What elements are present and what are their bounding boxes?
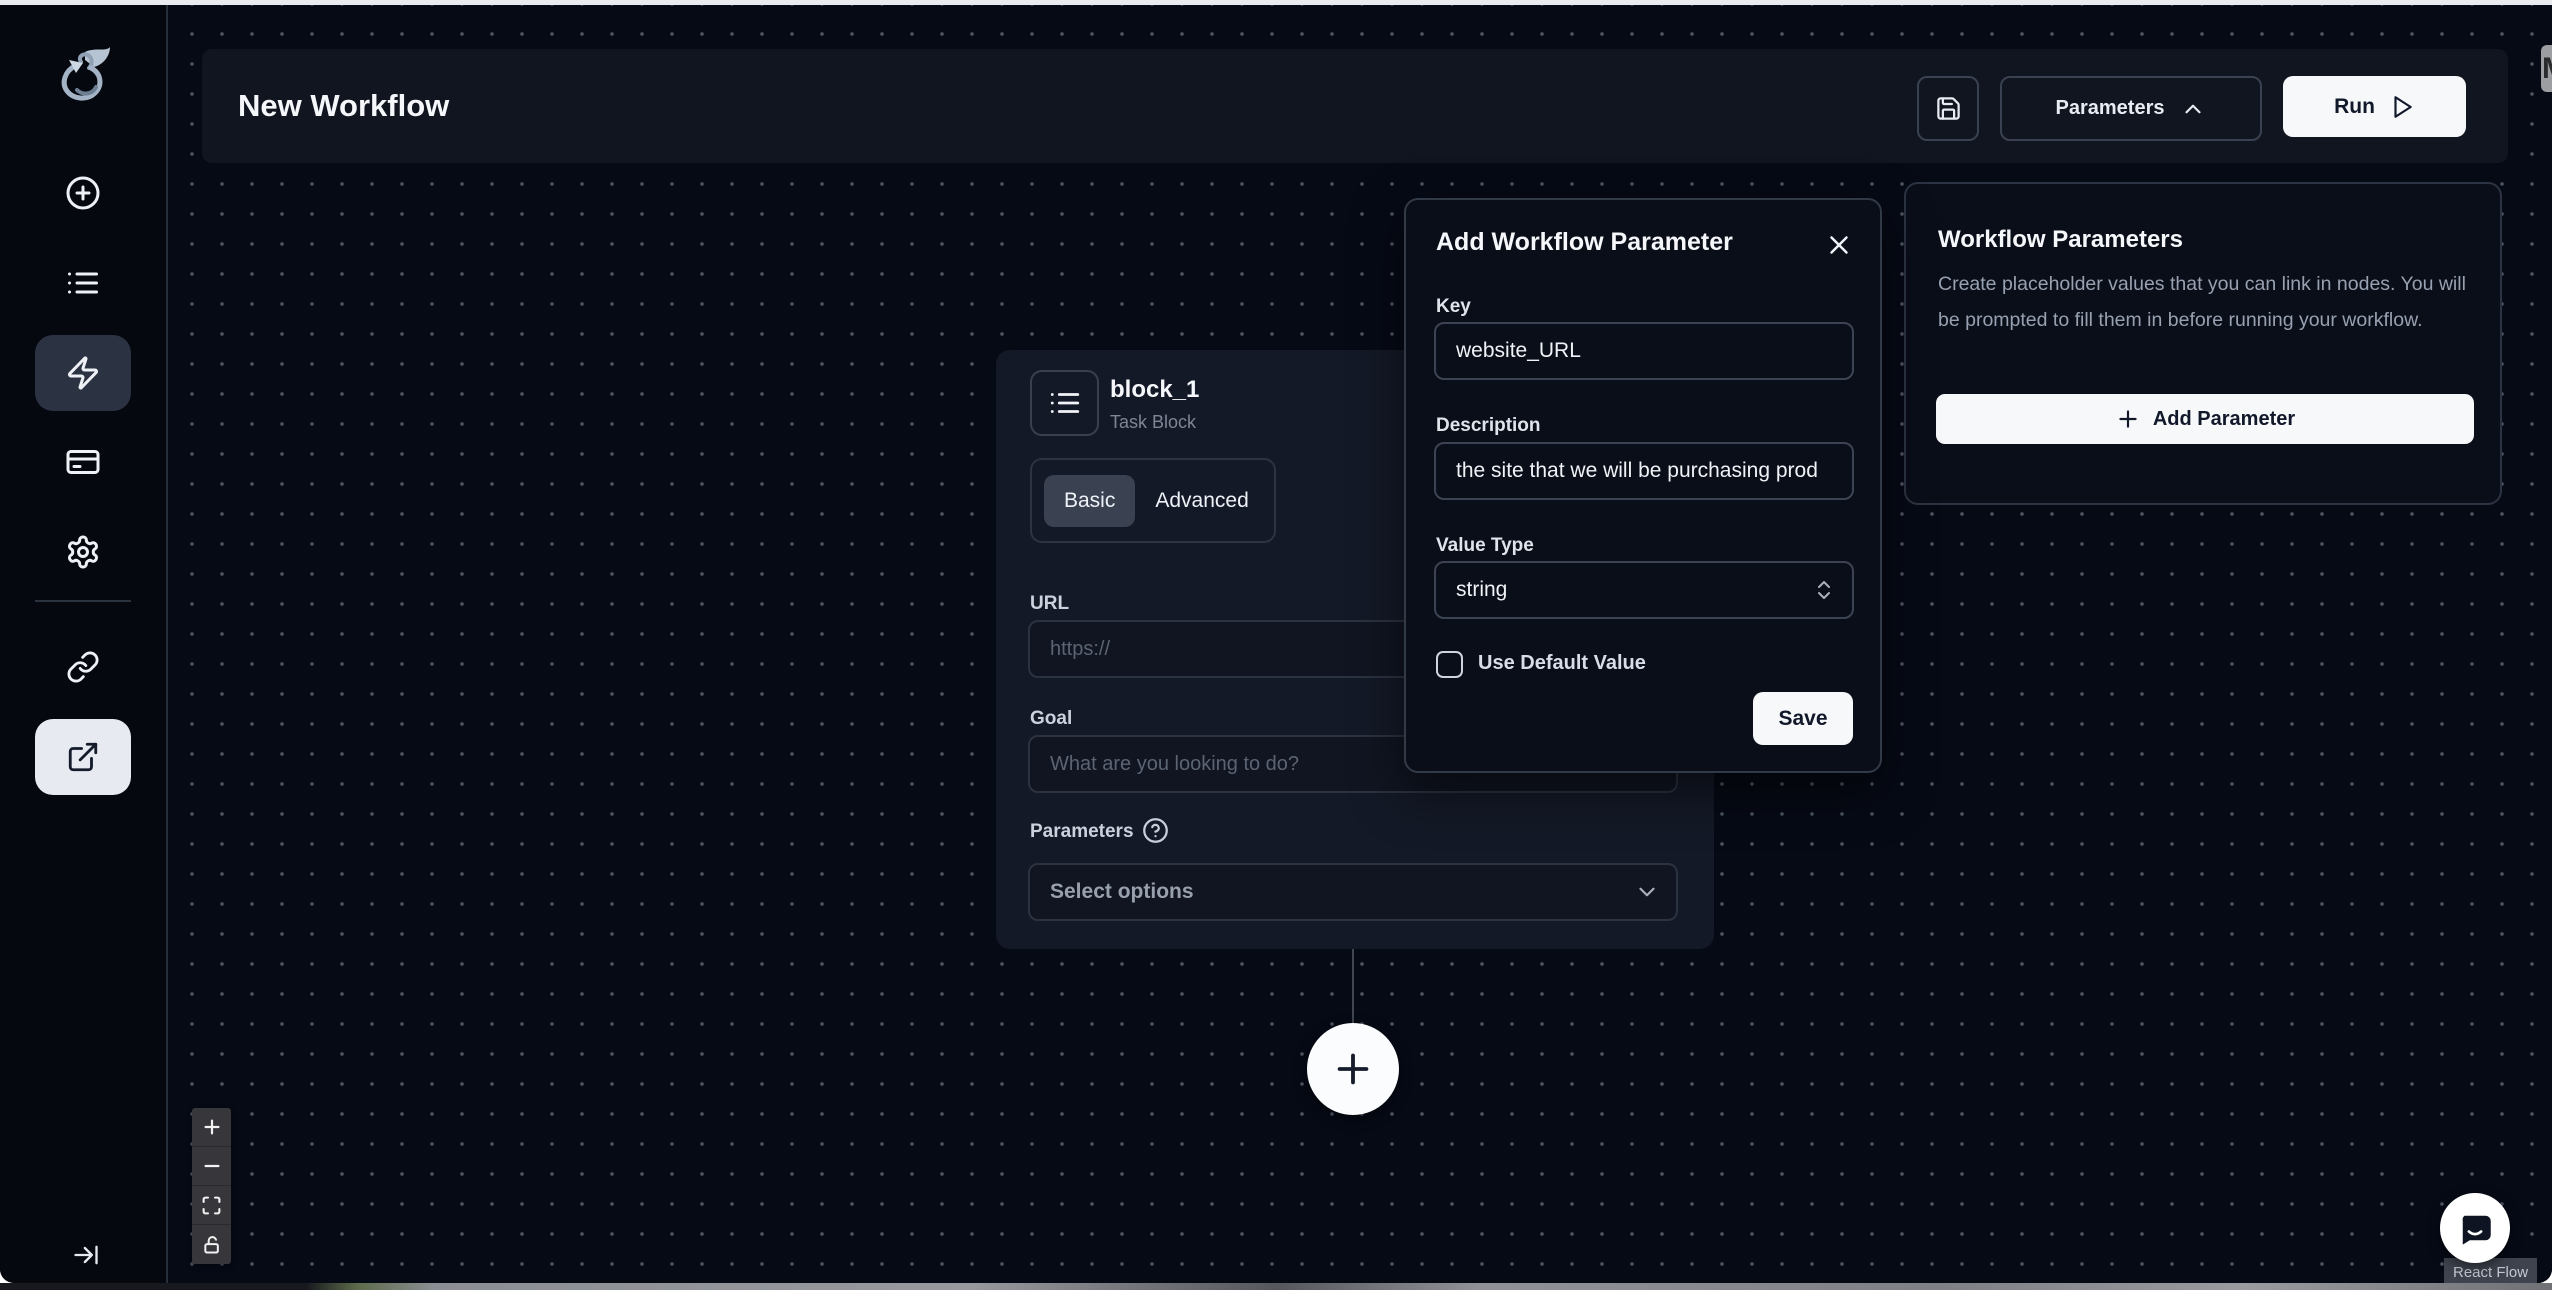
zap-icon [65,355,101,391]
parameters-label: Parameters [1030,821,1134,843]
key-label: Key [1436,296,1471,318]
parameters-select[interactable]: Select options [1028,863,1678,921]
sidebar-separator [166,5,168,1283]
close-modal-button[interactable] [1822,228,1856,262]
sidebar-item-create[interactable] [35,155,131,231]
screen-bottom-strip [0,1283,2552,1290]
run-button-label: Run [2334,95,2375,119]
react-flow-attribution[interactable]: React Flow [2444,1258,2537,1283]
gear-icon [65,534,101,570]
list-icon [1048,386,1082,420]
x-icon [1824,230,1854,260]
workflow-canvas[interactable]: New Workflow Parameters Run [168,5,2552,1283]
lock-button[interactable] [192,1225,231,1264]
description-input[interactable] [1434,442,1854,500]
tab-advanced[interactable]: Advanced [1135,475,1268,527]
arrow-right-to-line-icon [72,1241,100,1269]
external-link-icon [66,740,100,774]
sidebar-item-workflows[interactable] [35,335,131,411]
zoom-in-icon [201,1116,223,1138]
panel-title: Workflow Parameters [1938,226,2183,254]
canvas-controls [192,1108,231,1264]
plus-icon [2115,406,2141,432]
sidebar-item-settings[interactable] [35,514,131,590]
tab-basic[interactable]: Basic [1044,475,1135,527]
app-window: New Workflow Parameters Run [0,5,2552,1283]
sidebar-item-integrations[interactable] [35,629,131,705]
page-title: New Workflow [238,88,449,124]
block-type-label: Task Block [1110,412,1196,433]
parameters-button-label: Parameters [2056,97,2165,120]
block-name: block_1 [1110,376,1199,404]
fit-view-button[interactable] [192,1186,231,1225]
parameters-select-value: Select options [1030,880,1194,904]
chevron-down-icon [1634,879,1676,905]
key-input[interactable] [1434,322,1854,380]
url-label: URL [1030,593,1069,615]
chevrons-up-down-icon [1812,578,1836,602]
description-label: Description [1436,415,1541,437]
sidebar-collapse-button[interactable] [66,1237,106,1273]
block-tabs: Basic Advanced [1030,458,1276,543]
add-workflow-parameter-modal: Add Workflow Parameter Key Description V… [1404,198,1882,773]
plus-icon [1330,1046,1376,1092]
use-default-value-label: Use Default Value [1478,652,1646,675]
zoom-in-button[interactable] [192,1108,231,1147]
add-parameter-label: Add Parameter [2153,408,2295,431]
value-type-value: string [1456,578,1507,602]
add-block-button[interactable] [1307,1023,1399,1115]
sidebar-divider [35,600,131,602]
zoom-out-button[interactable] [192,1147,231,1186]
lock-icon [202,1235,222,1255]
modal-save-button[interactable]: Save [1753,692,1853,745]
zoom-out-icon [201,1155,223,1177]
use-default-value-checkbox[interactable] [1436,651,1463,678]
save-workflow-button[interactable] [1917,76,1979,141]
list-icon [65,265,101,301]
workflow-parameters-panel: Workflow Parameters Create placeholder v… [1904,182,2502,505]
chat-bubble-icon [2454,1207,2496,1249]
skyvern-dragon-logo [51,45,115,111]
play-icon [2389,94,2415,120]
panel-description: Create placeholder values that you can l… [1938,266,2478,338]
run-workflow-button[interactable]: Run [2283,76,2466,137]
chat-launcher-button[interactable] [2440,1193,2510,1263]
sidebar-item-billing[interactable] [35,424,131,500]
workflow-header-bar: New Workflow Parameters Run [202,49,2508,163]
link-icon [66,650,100,684]
workflow-edge [1352,949,1354,1025]
credit-card-icon [65,444,101,480]
modal-title: Add Workflow Parameter [1436,228,1733,257]
goal-label: Goal [1030,708,1072,730]
background-window-fragment: M [2541,45,2552,92]
value-type-select[interactable]: string [1434,561,1854,619]
sidebar-item-tasks[interactable] [35,245,131,321]
chevron-up-icon [2180,96,2206,122]
sidebar [0,5,166,1283]
sidebar-item-external[interactable] [35,719,131,795]
save-icon [1935,95,1962,122]
fit-view-icon [201,1195,222,1216]
add-parameter-button[interactable]: Add Parameter [1936,394,2474,444]
value-type-label: Value Type [1436,535,1534,557]
plus-circle-icon [65,175,101,211]
help-circle-icon[interactable] [1142,817,1169,844]
block-type-icon-box [1030,370,1099,436]
parameters-toggle-button[interactable]: Parameters [2000,76,2262,141]
